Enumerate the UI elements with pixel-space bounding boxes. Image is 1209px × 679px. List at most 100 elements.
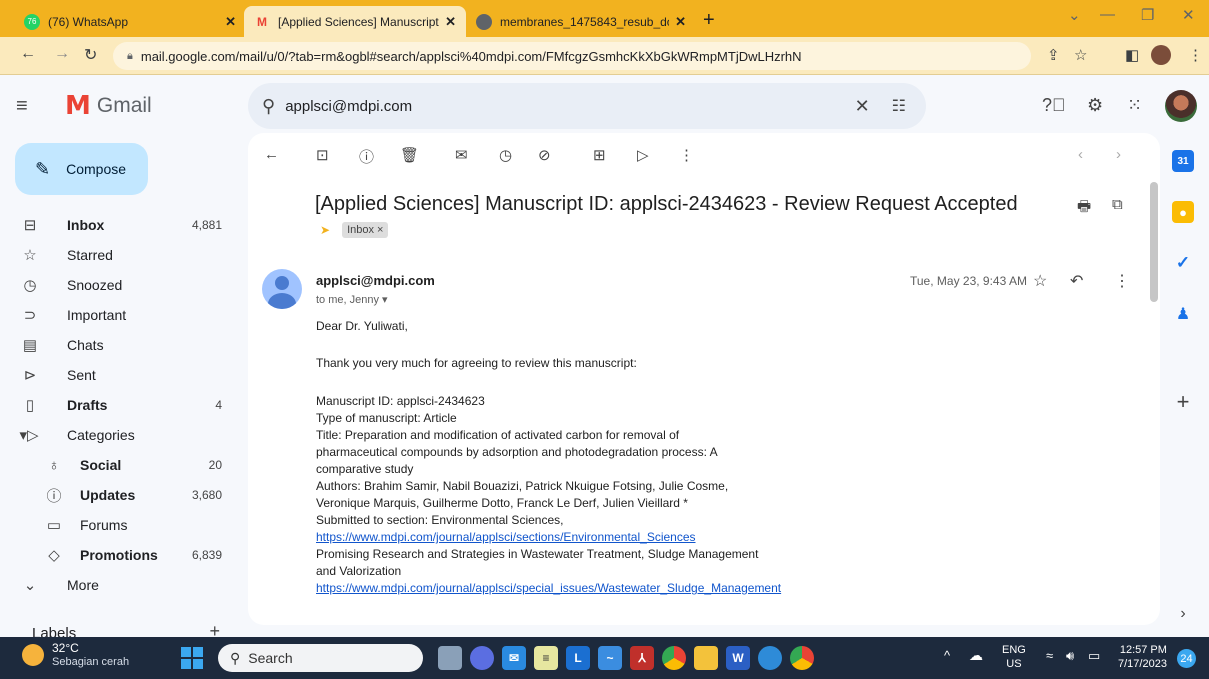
photo-app-icon[interactable]: ~ [598,646,622,670]
apps-grid-icon[interactable]: ⁙ [1127,95,1142,116]
word-icon[interactable]: W [726,646,750,670]
close-window-icon[interactable]: ✕ [1182,6,1195,24]
trash-icon[interactable]: 🗑︎ [400,146,419,164]
keep-icon[interactable]: ● [1172,201,1194,223]
share-icon[interactable]: ⇪ [1047,46,1060,64]
snooze-icon[interactable]: ◷ [499,146,512,164]
add-task-icon[interactable]: ⊘ [538,146,551,164]
sidebar-item-starred[interactable]: ☆ Starred [0,240,240,270]
report-spam-icon[interactable]: ⓘ [359,146,374,167]
search-input[interactable]: applsci@mdpi.com [285,98,854,115]
tab-search-icon[interactable]: ⌄ [1068,6,1081,24]
reply-icon[interactable]: ↶ [1070,271,1083,291]
message-more-icon[interactable]: ⋮ [1114,271,1130,291]
windows-start-icon[interactable] [181,647,203,669]
onedrive-icon[interactable]: ☁ [969,648,983,662]
close-tab-icon[interactable]: ✕ [225,14,236,30]
search-bar[interactable]: ⚲ applsci@mdpi.com ✕ ☷ [248,83,926,129]
sidebar-item-sent[interactable]: ⊳ Sent [0,360,240,390]
newer-icon[interactable]: ‹ [1078,146,1083,163]
get-addons-icon[interactable]: + [1172,389,1194,414]
gmail-logo[interactable]: M Gmail [65,91,152,121]
importance-marker-icon[interactable]: ➤ [320,223,330,237]
sidebar-item-social[interactable]: ♁ Social 20 [0,450,240,480]
tasks-icon[interactable]: ✓ [1172,252,1194,274]
sidebar-item-label: Important [67,307,127,323]
side-panel-icon[interactable]: ◧ [1125,46,1139,64]
search-icon[interactable]: ⚲ [262,96,275,117]
restore-icon[interactable]: ❐ [1141,6,1154,24]
sidebar-item-more[interactable]: ⌄ More [0,570,240,600]
close-tab-icon[interactable]: ✕ [675,14,686,30]
expand-panel-icon[interactable]: › [1172,603,1194,625]
clock[interactable]: 12:57 PM 7/17/2023 [1118,643,1167,671]
sidebar-item-drafts[interactable]: ▯ Drafts 4 [0,390,240,420]
forward-icon[interactable]: → [54,45,70,63]
taskbar-search[interactable]: ⚲ Search [218,644,423,672]
star-message-icon[interactable]: ☆ [1033,271,1047,291]
back-icon[interactable]: ← [20,45,36,63]
show-hidden-icon[interactable]: ^ [944,649,950,663]
account-avatar[interactable] [1165,90,1197,122]
mail-app-icon[interactable]: ✉ [502,646,526,670]
sidebar-item-promotions[interactable]: ◇ Promotions 6,839 [0,540,240,570]
notepad-icon[interactable]: ≡ [534,646,558,670]
special-issue-link[interactable]: https://www.mdpi.com/journal/applsci/spe… [316,581,781,595]
pdf-reader-icon[interactable]: ⅄ [630,646,654,670]
section-link[interactable]: https://www.mdpi.com/journal/applsci/sec… [316,530,696,544]
mark-unread-icon[interactable]: ✉ [455,146,468,164]
notification-badge[interactable]: 24 [1177,649,1196,668]
label-as-icon[interactable]: ▷ [637,146,649,164]
tab-membranes[interactable]: membranes_1475843_resub_doc ✕ [466,6,696,37]
tab-whatsapp[interactable]: 76 (76) WhatsApp ✕ [14,6,246,37]
file-explorer-icon[interactable] [694,646,718,670]
tab-gmail[interactable]: M [Applied Sciences] Manuscript ID ✕ [244,6,466,37]
inbox-label-chip[interactable]: Inbox × [342,222,389,238]
minimize-icon[interactable]: — [1100,6,1115,23]
sidebar-item-important[interactable]: ⊃ Important [0,300,240,330]
add-label-icon[interactable]: + [209,621,220,637]
wifi-icon[interactable]: ≈ [1046,649,1053,663]
app-l-icon[interactable]: L [566,646,590,670]
volume-icon[interactable]: 🔊︎ [1066,649,1074,663]
calendar-icon[interactable]: 31 [1172,150,1194,172]
contacts-icon[interactable]: ♟ [1172,303,1194,325]
address-bar[interactable]: 🔒︎ mail.google.com/mail/u/0/?tab=rm&ogbl… [113,42,1031,70]
main-menu-icon[interactable]: ≡ [16,95,28,118]
new-tab-icon[interactable]: + [703,9,715,32]
sidebar-item-snoozed[interactable]: ◷ Snoozed [0,270,240,300]
compose-button[interactable]: ✎ Compose [15,143,148,195]
open-new-window-icon[interactable]: ⧉ [1112,196,1123,213]
help-icon[interactable]: ?⃝ [1042,95,1066,116]
archive-icon[interactable]: ⊡ [316,146,329,164]
sidebar-item-categories[interactable]: ▾▷ Categories [0,420,240,450]
sidebar-item-inbox[interactable]: ⊟ Inbox 4,881 [0,210,240,240]
clear-search-icon[interactable]: ✕ [855,96,870,117]
browser-app-icon[interactable] [758,646,782,670]
task-view-icon[interactable] [438,646,462,670]
close-tab-icon[interactable]: ✕ [445,14,456,30]
search-options-icon[interactable]: ☷ [892,96,906,116]
sidebar-item-forums[interactable]: ▭ Forums [0,510,240,540]
chrome-icon[interactable] [662,646,686,670]
older-icon[interactable]: › [1116,146,1121,163]
back-to-list-icon[interactable]: ← [264,146,279,163]
chrome-menu-icon[interactable]: ⋮ [1188,46,1203,64]
gear-icon[interactable]: ⚙ [1087,95,1103,116]
weather-widget[interactable]: 32°C Sebagian cerah [22,641,129,669]
sidebar-item-updates[interactable]: ⓘ Updates 3,680 [0,480,240,510]
battery-icon[interactable]: ▭ [1088,649,1100,663]
profile-icon[interactable] [1151,45,1171,65]
meet-chat-icon[interactable] [470,646,494,670]
more-actions-icon[interactable]: ⋮ [679,146,694,164]
sidebar-item-chats[interactable]: ▤ Chats [0,330,240,360]
language-indicator[interactable]: ENG US [1002,643,1026,671]
print-icon[interactable]: 🖶︎ [1077,196,1091,221]
bookmark-star-icon[interactable]: ☆ [1074,46,1087,64]
chrome-profile-icon[interactable] [790,646,814,670]
move-to-icon[interactable]: ⊞ [593,146,606,164]
sender-email[interactable]: applsci@mdpi.com [316,273,435,288]
recipients-toggle[interactable]: to me, Jenny ▾ [316,293,388,306]
email-scrollbar[interactable] [1150,182,1158,302]
reload-icon[interactable]: ↻ [84,45,97,65]
